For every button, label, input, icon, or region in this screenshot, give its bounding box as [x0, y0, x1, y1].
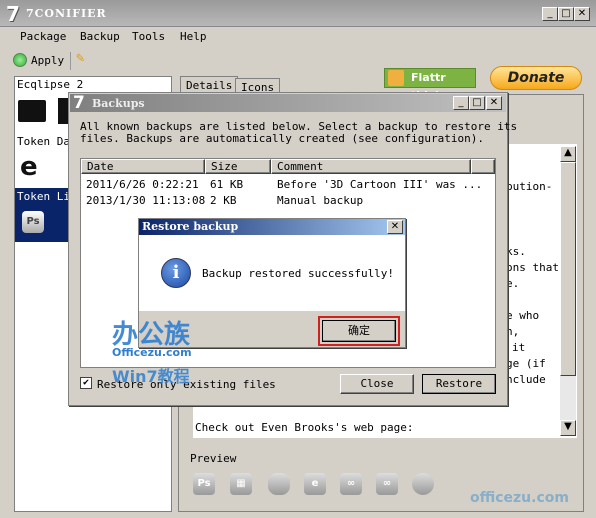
preview-calculator-icon: ▦ [230, 473, 252, 495]
row-date[interactable]: 2011/6/26 0:22:21 [86, 178, 199, 191]
info-icon: i [161, 258, 191, 288]
preview-app-icon [412, 473, 434, 495]
scroll-thumb[interactable] [560, 162, 576, 376]
photoshop-icon: Ps [22, 211, 44, 233]
backups-description: files. Backups are automatically created… [80, 132, 484, 145]
calculator-icon [58, 98, 68, 124]
details-line: nclude [506, 373, 546, 386]
backups-title: Backups [92, 97, 145, 110]
minimize-button[interactable]: _ [542, 7, 558, 21]
column-comment[interactable]: Comment [271, 159, 471, 174]
watermark-caption: Win7教程 [112, 367, 190, 386]
preview-ie-icon: e [304, 473, 326, 495]
apply-icon [13, 53, 27, 67]
corner-watermark: officezu.com [470, 490, 569, 506]
close-button[interactable]: ✕ [574, 7, 590, 21]
maximize-button[interactable]: □ [558, 7, 574, 21]
preview-link-icon: ∞ [340, 473, 362, 495]
row-comment[interactable]: Manual backup [277, 194, 363, 207]
flattr-icon [388, 70, 404, 86]
menu-help[interactable]: Help [180, 30, 207, 43]
preview-firefox-icon [268, 473, 290, 495]
backups-close[interactable]: ✕ [486, 96, 502, 110]
restore-close[interactable]: ✕ [387, 220, 403, 234]
menu-tools[interactable]: Tools [132, 30, 165, 43]
edit-pencil-icon[interactable]: ✎ [76, 50, 84, 66]
preview-label: Preview [190, 452, 237, 465]
donate-button[interactable]: Donate [490, 66, 582, 90]
restore-title: Restore backup [142, 220, 239, 233]
backups-logo: 7 [73, 93, 85, 113]
backups-close-button[interactable]: Close [340, 374, 414, 394]
backups-restore-button[interactable]: Restore [422, 374, 496, 394]
app-logo: 7 [6, 2, 20, 26]
menu-backup[interactable]: Backup [80, 30, 120, 43]
scroll-down-button[interactable]: ▼ [560, 420, 576, 436]
column-size[interactable]: Size [205, 159, 271, 174]
restore-existing-checkbox[interactable]: ✔ [80, 377, 92, 389]
details-line: it [512, 341, 526, 354]
row-size[interactable]: 2 KB [210, 194, 237, 207]
details-line: e who [506, 309, 540, 322]
details-line: ge (if [506, 357, 546, 370]
apply-button[interactable]: Apply [31, 54, 64, 67]
row-size[interactable]: 61 KB [210, 178, 243, 191]
folder-icon [18, 100, 46, 122]
row-date[interactable]: 2013/1/30 11:13:08 [86, 194, 205, 207]
menu-package[interactable]: Package [20, 30, 66, 43]
scroll-up-button[interactable]: ▲ [560, 146, 576, 162]
package-item-selected[interactable]: Ecqlipse 2 [17, 78, 83, 91]
row-comment[interactable]: Before '3D Cartoon III' was ... [277, 178, 482, 191]
details-line: Check out Even Brooks's web page: [195, 421, 414, 434]
watermark-site: Officezu.com [112, 346, 192, 359]
column-date[interactable]: Date [81, 159, 205, 174]
restore-message: Backup restored successfully! [202, 267, 395, 280]
details-line: ks. [506, 245, 526, 258]
ok-button[interactable]: 确定 [322, 320, 396, 342]
window-title: 7CONIFIER [26, 7, 107, 20]
preview-photoshop-icon: Ps [193, 473, 215, 495]
backups-minimize[interactable]: _ [453, 96, 469, 110]
preview-network-icon: ∞ [376, 473, 398, 495]
backups-maximize[interactable]: □ [469, 96, 485, 110]
toolbar-divider [70, 52, 71, 70]
column-filler [471, 159, 495, 174]
details-line: bution- [506, 180, 553, 193]
details-line: ons that [506, 261, 559, 274]
ie-icon: e [20, 152, 38, 182]
